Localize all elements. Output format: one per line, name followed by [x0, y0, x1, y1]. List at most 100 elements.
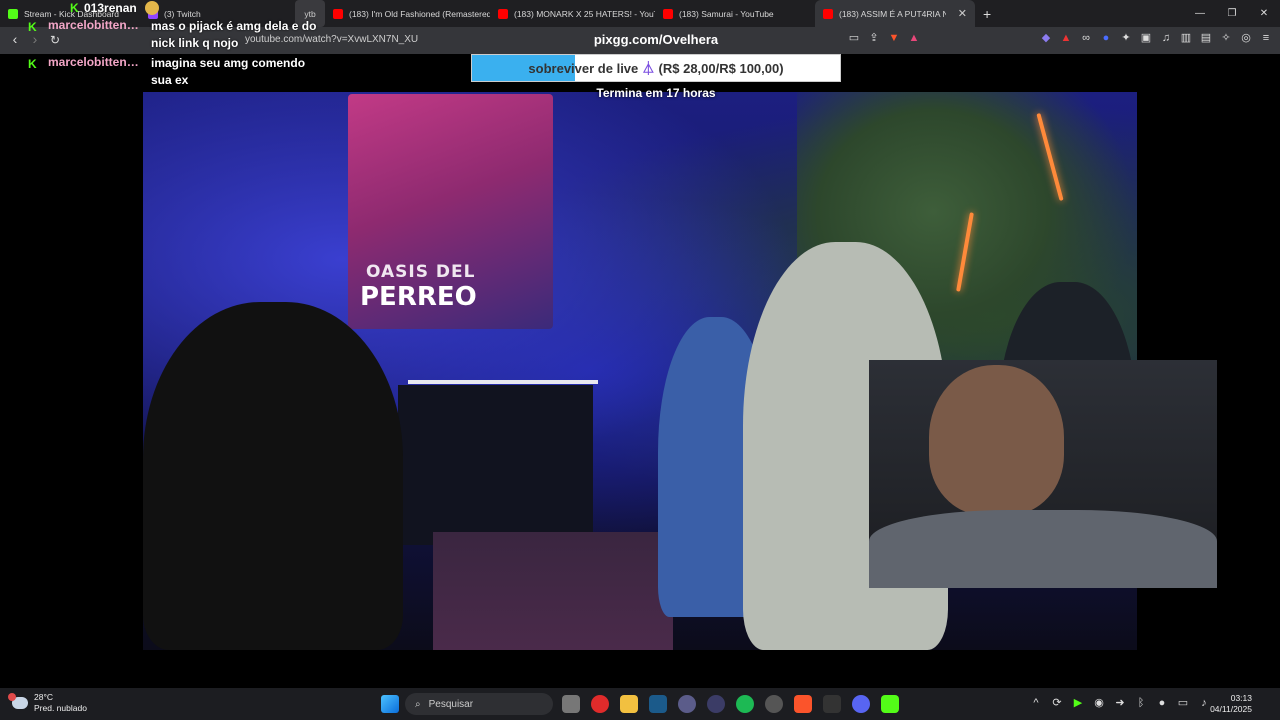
puzzle-icon[interactable]: ✦	[1120, 32, 1132, 44]
restore-button[interactable]: ❐	[1216, 0, 1248, 27]
task-view-icon[interactable]	[562, 695, 580, 713]
app-icon[interactable]	[765, 695, 783, 713]
tab-label: (183) MONARK X 25 HATERS! - YouT	[514, 8, 655, 19]
system-clock[interactable]: 03:13 04/11/2025	[1210, 693, 1252, 715]
leo-ai-icon[interactable]: ✧	[1220, 32, 1232, 44]
mic-icon[interactable]: ●	[1156, 696, 1168, 710]
flask-icon: ⏃	[641, 61, 655, 76]
share-icon[interactable]: ⇪	[868, 32, 880, 44]
opera-icon[interactable]	[591, 695, 609, 713]
app-icon[interactable]	[823, 695, 841, 713]
goal-timer: Termina em 17 horas	[596, 86, 716, 100]
bluetooth-icon[interactable]: ᛒ	[1135, 696, 1147, 710]
extension-icon[interactable]: ◆	[1040, 32, 1052, 44]
youtube-icon	[663, 8, 673, 19]
top-chatter: K 013renan	[70, 1, 137, 15]
chevron-up-icon[interactable]: ^	[1030, 696, 1042, 710]
streamer-webcam	[869, 360, 1217, 588]
banner-line1: OASIS DEL	[366, 262, 476, 282]
tab-active[interactable]: (183) ASSIM É A PUT4RIA NO ✕	[815, 0, 975, 27]
clock-date: 04/11/2025	[1210, 704, 1252, 714]
spotify-icon[interactable]	[736, 695, 754, 713]
banner-line2: PERREO	[360, 282, 477, 312]
close-window-button[interactable]: ✕	[1248, 0, 1280, 27]
cloud-icon	[8, 693, 28, 709]
kick-badge-icon: K	[28, 20, 37, 34]
extension-icon[interactable]: ●	[1100, 32, 1112, 44]
weather-desc: Pred. nublado	[34, 703, 87, 713]
new-tab-button[interactable]: +	[975, 6, 999, 22]
search-icon: ⌕	[415, 698, 421, 710]
donation-goal-bar: sobreviver de live ⏃ (R$ 28,00/R$ 100,00…	[471, 54, 841, 82]
stage	[398, 385, 593, 545]
app-icon[interactable]	[881, 695, 899, 713]
stage-edge	[408, 380, 598, 384]
vpn-icon[interactable]: ◎	[1240, 32, 1252, 44]
streamer-shirt	[869, 510, 1217, 588]
goal-text: sobreviver de live ⏃ (R$ 28,00/R$ 100,00…	[472, 55, 840, 81]
sync-icon[interactable]: ⟳	[1051, 696, 1063, 710]
chat-username: marcelobittenc...	[48, 18, 143, 32]
youtube-icon	[333, 8, 343, 19]
app-icon[interactable]	[707, 695, 725, 713]
windows-taskbar: 28°C Pred. nublado ⌕ Pesquisar ^ ⟳ ▶ ◉ ➜…	[0, 688, 1280, 720]
tab-monark[interactable]: (183) MONARK X 25 HATERS! - YouT	[490, 0, 655, 27]
weather-widget[interactable]: 28°C Pred. nublado	[8, 692, 87, 714]
event-banner: OASIS DEL PERREO	[348, 94, 553, 329]
chat-text: mas o pijack é amg dela e do nick link q…	[151, 19, 317, 50]
volume-icon[interactable]: ♪	[1198, 696, 1210, 710]
steam-icon[interactable]	[649, 695, 667, 713]
tab-label: ytb	[304, 8, 316, 19]
windows-start-icon[interactable]	[381, 695, 399, 713]
app-tray-icon[interactable]: ◉	[1093, 696, 1105, 710]
goal-label: sobreviver de live	[528, 61, 639, 76]
brave-rewards-icon[interactable]: ▲	[908, 32, 920, 44]
brave-shield-icon[interactable]: ▼	[888, 32, 900, 44]
tab-samurai[interactable]: (183) Samurai - YouTube	[655, 0, 815, 27]
chat-text: imagina seu amg comendo sua ex	[151, 56, 306, 87]
display-icon[interactable]: ▭	[1177, 696, 1189, 710]
back-icon[interactable]: ‹	[6, 31, 24, 47]
youtube-icon	[823, 8, 833, 19]
tab-label: (183) I'm Old Fashioned (Remastered)	[349, 8, 490, 19]
pix-link: pixgg.com/Ovelhera	[593, 32, 719, 47]
floor	[433, 532, 673, 650]
goal-amount: (R$ 28,00/R$ 100,00)	[658, 61, 784, 76]
weather-temp: 28°C	[34, 692, 53, 702]
wallet-icon[interactable]: ▤	[1200, 32, 1212, 44]
menu-icon[interactable]: ≡	[1260, 32, 1272, 44]
extension-icon[interactable]: ∞	[1080, 32, 1092, 44]
discord-icon[interactable]	[852, 695, 870, 713]
chat-username: marcelobittenc...	[48, 55, 143, 69]
chat-message: K marcelobittenc... imagina seu amg come…	[28, 55, 321, 89]
tab-old-fashioned[interactable]: (183) I'm Old Fashioned (Remastered)	[325, 0, 490, 27]
close-tab-icon[interactable]: ✕	[958, 7, 967, 20]
kick-badge-icon: K	[28, 57, 37, 71]
screenshot-icon[interactable]: ▣	[1140, 32, 1152, 44]
window-controls: — ❐ ✕	[1184, 0, 1280, 27]
person	[143, 302, 403, 650]
brave-icon[interactable]	[794, 695, 812, 713]
emote-icon	[145, 1, 159, 15]
streamer	[929, 365, 1064, 515]
youtube-icon	[498, 8, 508, 19]
file-explorer-icon[interactable]	[620, 695, 638, 713]
app-icon[interactable]	[678, 695, 696, 713]
tab-label: (183) Samurai - YouTube	[679, 8, 774, 19]
arrow-icon[interactable]: ➜	[1114, 696, 1126, 710]
search-placeholder: Pesquisar	[428, 698, 474, 710]
system-tray: ^ ⟳ ▶ ◉ ➜ ᛒ ● ▭ ♪	[1030, 696, 1210, 710]
sidebar-icon[interactable]: ▥	[1180, 32, 1192, 44]
taskbar-search[interactable]: ⌕ Pesquisar	[405, 693, 553, 715]
top-chatter-name: 013renan	[84, 1, 137, 15]
play-icon[interactable]: ▶	[1072, 696, 1084, 710]
clock-time: 03:13	[1230, 693, 1252, 703]
cast-icon[interactable]: ▭	[848, 32, 860, 44]
kick-icon: K	[70, 1, 79, 15]
tab-label: (183) ASSIM É A PUT4RIA NO	[839, 8, 946, 19]
music-icon[interactable]: ♫	[1160, 32, 1172, 44]
extension-icon[interactable]: ▲	[1060, 32, 1072, 44]
tab-label: (3) Twitch	[164, 8, 201, 19]
minimize-button[interactable]: —	[1184, 0, 1216, 27]
kick-icon	[8, 8, 18, 19]
